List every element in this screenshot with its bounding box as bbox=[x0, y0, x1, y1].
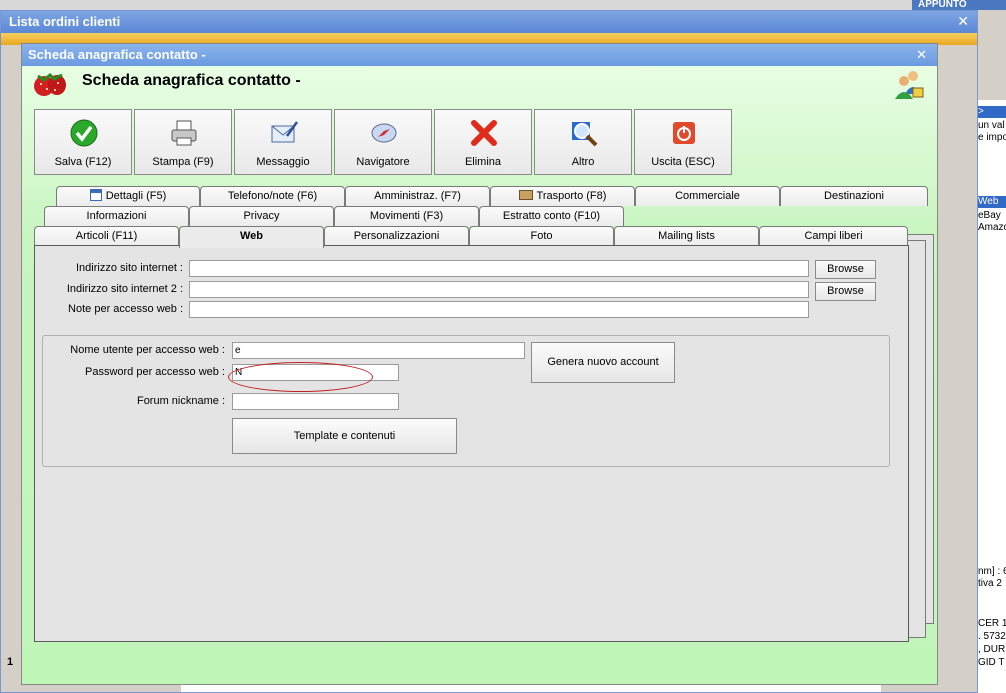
generate-account-button[interactable]: Genera nuovo account bbox=[531, 342, 675, 383]
exit-button[interactable]: Uscita (ESC) bbox=[634, 109, 732, 175]
tab-label: Telefono/note (F6) bbox=[227, 190, 318, 202]
message-label: Messaggio bbox=[256, 156, 310, 168]
web-username-label: Nome utente per accesso web : bbox=[70, 344, 225, 356]
tab-label: Amministraz. (F7) bbox=[374, 190, 461, 202]
tab-label: Trasporto (F8) bbox=[536, 190, 607, 202]
desktop-top-strip bbox=[0, 0, 1006, 10]
calendar-icon bbox=[89, 189, 102, 201]
print-label: Stampa (F9) bbox=[152, 156, 214, 168]
tab-articoli[interactable]: Articoli (F11) bbox=[34, 226, 179, 246]
check-icon bbox=[70, 119, 98, 147]
tab-estratto-conto[interactable]: Estratto conto (F10) bbox=[479, 206, 624, 226]
envelope-icon bbox=[271, 121, 299, 143]
navigator-button[interactable]: Navigatore bbox=[334, 109, 432, 175]
other-button[interactable]: Altro bbox=[534, 109, 632, 175]
lista-ordini-close-icon[interactable]: ✕ bbox=[957, 13, 969, 30]
tab-label: Informazioni bbox=[86, 210, 147, 222]
save-button[interactable]: Salva (F12) bbox=[34, 109, 132, 175]
tab-label: Web bbox=[239, 230, 264, 242]
browse-site-button[interactable]: Browse bbox=[815, 260, 876, 279]
web-account-group: Nome utente per accesso web : e Password… bbox=[42, 335, 890, 467]
tab-label: Privacy bbox=[243, 210, 280, 222]
tab-label: Articoli (F11) bbox=[75, 230, 138, 242]
site-url2-label: Indirizzo sito internet 2 : bbox=[66, 283, 183, 295]
lista-ordini-title: Lista ordini clienti bbox=[1, 11, 977, 33]
site-url2-input[interactable] bbox=[189, 281, 809, 298]
power-icon bbox=[673, 122, 695, 144]
background-text: un val bbox=[978, 120, 1005, 131]
web-password-label: Password per accesso web : bbox=[84, 366, 225, 378]
site-url-label: Indirizzo sito internet : bbox=[76, 262, 183, 274]
background-text: tiva 2 bbox=[978, 578, 1002, 589]
scheda-heading: Scheda anagrafica contatto - bbox=[82, 72, 301, 89]
tab-commerciale[interactable]: Commerciale bbox=[635, 186, 780, 206]
tab-label: Campi liberi bbox=[804, 230, 863, 242]
tab-label: Commerciale bbox=[675, 190, 740, 202]
web-tab-panel: Indirizzo sito internet : Browse Indiriz… bbox=[34, 245, 909, 642]
strawberry-logo-icon bbox=[34, 72, 66, 96]
web-notes-label: Note per accesso web : bbox=[68, 303, 183, 315]
tab-label: Foto bbox=[530, 230, 553, 242]
scheda-title: Scheda anagrafica contatto - bbox=[22, 44, 937, 66]
save-label: Salva (F12) bbox=[54, 156, 112, 168]
tab-web[interactable]: Web bbox=[179, 226, 324, 248]
tab-amministrazione[interactable]: Amministraz. (F7) bbox=[345, 186, 490, 206]
background-text: CER 1 bbox=[978, 618, 1006, 629]
magnifier-icon bbox=[572, 122, 598, 147]
web-username-input[interactable]: e bbox=[232, 342, 525, 359]
tab-destinazioni[interactable]: Destinazioni bbox=[780, 186, 928, 206]
tab-personalizzazioni[interactable]: Personalizzazioni bbox=[324, 226, 469, 246]
truck-icon bbox=[518, 190, 533, 200]
tab-label: Dettagli (F5) bbox=[105, 190, 167, 202]
lista-ordini-footer bbox=[181, 684, 881, 692]
web-notes-input[interactable] bbox=[189, 301, 809, 318]
tab-mailing-lists[interactable]: Mailing lists bbox=[614, 226, 759, 246]
template-contents-button[interactable]: Template e contenuti bbox=[232, 418, 457, 454]
tab-trasporto[interactable]: Trasporto (F8) bbox=[490, 186, 635, 206]
message-button[interactable]: Messaggio bbox=[234, 109, 332, 175]
tab-informazioni[interactable]: Informazioni bbox=[44, 206, 189, 226]
tab-label: Mailing lists bbox=[658, 230, 715, 242]
tab-label: Personalizzazioni bbox=[353, 230, 440, 242]
background-text: eBay bbox=[978, 210, 1001, 221]
tab-campi-liberi[interactable]: Campi liberi bbox=[759, 226, 908, 246]
browse-site2-button[interactable]: Browse bbox=[815, 282, 876, 301]
contacts-people-icon bbox=[895, 71, 924, 99]
print-button[interactable]: Stampa (F9) bbox=[134, 109, 232, 175]
background-text: , DUR bbox=[978, 644, 1006, 655]
background-list-pane bbox=[976, 100, 1006, 693]
appunto-header: APPUNTO bbox=[912, 0, 1006, 10]
tab-label: Estratto conto (F10) bbox=[502, 210, 601, 222]
background-text: e impo bbox=[978, 132, 1006, 143]
other-label: Altro bbox=[571, 156, 595, 168]
navigator-label: Navigatore bbox=[356, 156, 410, 168]
background-text: Amazo bbox=[978, 222, 1006, 233]
background-text: GID T bbox=[978, 657, 1005, 668]
tab-foto[interactable]: Foto bbox=[469, 226, 614, 246]
printer-icon bbox=[171, 120, 197, 146]
password-highlight-annotation bbox=[228, 362, 373, 392]
tab-privacy[interactable]: Privacy bbox=[189, 206, 334, 226]
tab-telefono-note[interactable]: Telefono/note (F6) bbox=[200, 186, 345, 206]
tab-label: Destinazioni bbox=[824, 190, 884, 202]
background-web-item: Web bbox=[976, 196, 1006, 208]
background-text: . 5732 bbox=[978, 631, 1006, 642]
delete-label: Elimina bbox=[464, 156, 502, 168]
scheda-header: Scheda anagrafica contatto - bbox=[22, 66, 937, 104]
background-text: > bbox=[978, 106, 984, 117]
background-text: nm] : 6 bbox=[978, 566, 1006, 577]
site-url-input[interactable] bbox=[189, 260, 809, 277]
lista-ordini-status: 1 bbox=[7, 656, 14, 668]
forum-nickname-input[interactable] bbox=[232, 393, 399, 410]
exit-label: Uscita (ESC) bbox=[651, 156, 715, 168]
forum-nickname-label: Forum nickname : bbox=[136, 395, 225, 407]
scheda-contatto-window: Scheda anagrafica contatto - ✕ Scheda an… bbox=[21, 43, 938, 685]
tab-movimenti[interactable]: Movimenti (F3) bbox=[334, 206, 479, 226]
tab-dettagli[interactable]: Dettagli (F5) bbox=[56, 186, 200, 206]
tab-label: Movimenti (F3) bbox=[369, 210, 444, 222]
delete-x-icon bbox=[471, 120, 497, 146]
delete-button[interactable]: Elimina bbox=[434, 109, 532, 175]
compass-icon bbox=[371, 123, 397, 143]
scheda-close-icon[interactable]: ✕ bbox=[916, 47, 927, 63]
